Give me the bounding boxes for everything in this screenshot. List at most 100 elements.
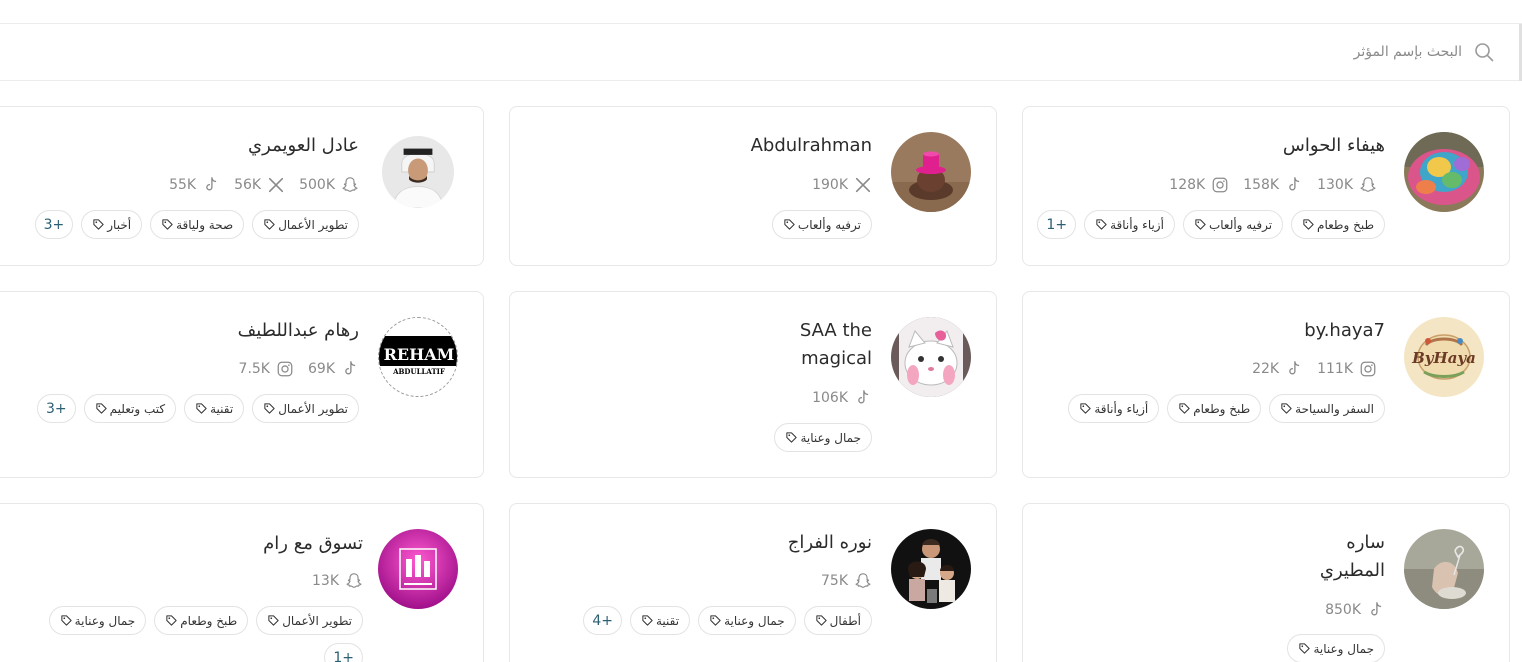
stat-value: 158K <box>1243 177 1280 193</box>
tag-label: طبخ وطعام <box>180 613 238 628</box>
influencer-card[interactable]: Abdulrahman 190K ترفيه وألعاب <box>509 106 997 266</box>
snapchat-icon <box>1360 177 1376 192</box>
category-tag[interactable]: أزياء وأناقة <box>1068 394 1160 423</box>
stats-row: 500K 56K 55K <box>169 174 359 196</box>
stats-row: 190K <box>812 174 872 196</box>
stat-value: 13K <box>312 573 339 589</box>
category-tag[interactable]: طبخ وطعام <box>154 606 249 635</box>
tag-icon <box>162 219 173 230</box>
stat-value: 106K <box>812 390 848 406</box>
more-tags-button[interactable]: 1+ <box>324 643 363 662</box>
category-tag[interactable]: أخبار <box>81 210 143 239</box>
influencer-name: نوره الفراج <box>787 532 872 553</box>
tag-icon <box>61 615 72 626</box>
more-tags-button[interactable]: 4+ <box>583 606 622 635</box>
category-tag[interactable]: كتب وتعليم <box>83 394 177 423</box>
avatar: REHAM ABDULLATIF <box>378 317 458 397</box>
snapchat-icon <box>346 573 362 588</box>
category-tag[interactable]: طبخ وطعام <box>1291 210 1385 239</box>
tag-label: طبخ وطعام <box>1193 401 1251 416</box>
category-tag[interactable]: تطوير الأعمال <box>256 606 363 635</box>
tag-icon <box>268 615 279 626</box>
tag-label: جمال وعناية <box>800 430 861 445</box>
instagram-icon <box>1360 361 1376 377</box>
stat-instagram: 111K <box>1317 360 1377 378</box>
more-tags-button[interactable]: 3+ <box>34 210 74 239</box>
category-tag[interactable]: تقنية <box>184 394 245 423</box>
category-tag[interactable]: طبخ وطعام <box>1167 394 1262 423</box>
instagram-icon <box>277 361 293 377</box>
category-tag[interactable]: أزياء وأناقة <box>1084 210 1175 239</box>
influencer-name: SAA the magical <box>800 317 872 373</box>
tags-row: طبخ وطعام ترفيه وألعاب أزياء وأناقة 1+ <box>1037 210 1385 239</box>
stat-snapchat: 13K <box>312 572 363 590</box>
influencer-card[interactable]: ByHaya by.haya7 111K 22K السفر والسياحة … <box>1022 291 1510 478</box>
more-tags-button[interactable]: 3+ <box>37 394 76 423</box>
stat-x: 56K <box>234 176 285 194</box>
influencer-name: تسوق مع رام <box>263 533 363 554</box>
tiktok-icon <box>858 390 869 404</box>
influencer-card[interactable]: ساره المطيري 850K جمال وعناية <box>1022 503 1510 662</box>
category-tag[interactable]: تطوير الأعمال <box>252 394 359 423</box>
tag-icon <box>166 615 177 626</box>
influencer-card[interactable]: REHAM ABDULLATIF رهام عبداللطيف 69K 7.5K… <box>0 291 484 478</box>
tag-icon <box>642 615 653 626</box>
category-tag[interactable]: جمال وعناية <box>698 606 796 635</box>
influencer-card[interactable]: هيفاء الحواس 130K 158K 128K طبخ وطعام تر… <box>1022 106 1510 266</box>
influencer-card[interactable]: عادل العويمري 500K 56K 55K تطوير الأعمال… <box>0 106 484 266</box>
category-tag[interactable]: السفر والسياحة <box>1269 394 1385 423</box>
influencer-card[interactable]: نوره الفراج 75K أطفال جمال وعناية تقنية … <box>509 503 997 662</box>
more-tags-button[interactable]: 1+ <box>1037 210 1077 239</box>
category-tag[interactable]: أطفال <box>803 606 872 635</box>
category-tag[interactable]: جمال وعناية <box>1287 634 1385 662</box>
stat-snapchat: 500K <box>299 176 359 194</box>
tag-label: تطوير الأعمال <box>278 217 348 232</box>
tiktok-icon <box>1289 361 1300 375</box>
stat-value: 128K <box>1169 177 1206 193</box>
stat-snapchat: 75K <box>821 572 872 590</box>
tiktok-icon <box>1371 602 1382 616</box>
influencer-card[interactable]: تسوق مع رام 13K تطوير الأعمال طبخ وطعام … <box>0 503 484 662</box>
tag-label: تطوير الأعمال <box>282 613 352 628</box>
stat-value: 7.5K <box>238 361 270 377</box>
tag-label: صحة ولياقة <box>176 217 234 232</box>
category-tag[interactable]: تقنية <box>630 606 691 635</box>
category-tag[interactable]: صحة ولياقة <box>150 210 245 239</box>
tag-label: جمال وعناية <box>724 613 785 628</box>
stat-value: 111K <box>1317 361 1353 377</box>
category-tag[interactable]: جمال وعناية <box>774 423 872 452</box>
tiktok-icon <box>1289 177 1300 191</box>
stats-row: 106K <box>812 387 872 409</box>
stats-row: 111K 22K <box>1252 358 1377 380</box>
influencer-name: ساره المطيري <box>1320 529 1385 585</box>
stats-row: 75K <box>821 570 872 592</box>
tag-label: السفر والسياحة <box>1295 401 1374 416</box>
tag-label: أخبار <box>107 217 132 232</box>
stat-value: 56K <box>234 177 262 193</box>
svg-text:ByHaya: ByHaya <box>1411 349 1476 367</box>
stat-value: 55K <box>169 177 197 193</box>
tag-icon <box>1299 643 1311 654</box>
tags-row: جمال وعناية <box>1287 634 1385 662</box>
tag-icon <box>1080 403 1091 414</box>
name-line-1: ساره <box>1346 532 1385 553</box>
stat-tiktok: 69K <box>308 360 359 378</box>
name-line-2: المطيري <box>1319 560 1385 581</box>
category-tag[interactable]: ترفيه وألعاب <box>771 210 872 239</box>
instagram-icon <box>1212 177 1228 193</box>
tag-icon <box>93 219 104 230</box>
stat-tiktok: 106K <box>812 389 872 407</box>
tag-label: تطوير الأعمال <box>278 401 348 416</box>
category-tag[interactable]: ترفيه وألعاب <box>1182 210 1284 239</box>
tag-icon <box>1281 403 1292 414</box>
influencer-card[interactable]: SAA the magical 106K جمال وعناية <box>509 291 997 478</box>
tag-icon <box>816 615 827 626</box>
tag-label: ترفيه وألعاب <box>797 217 861 232</box>
tag-label: أطفال <box>829 613 861 628</box>
tag-label: تقنية <box>210 401 234 416</box>
search-input[interactable] <box>762 38 1462 66</box>
category-tag[interactable]: تطوير الأعمال <box>252 210 359 239</box>
tag-icon <box>710 615 721 626</box>
search-icon[interactable] <box>1474 42 1494 62</box>
category-tag[interactable]: جمال وعناية <box>48 606 147 635</box>
